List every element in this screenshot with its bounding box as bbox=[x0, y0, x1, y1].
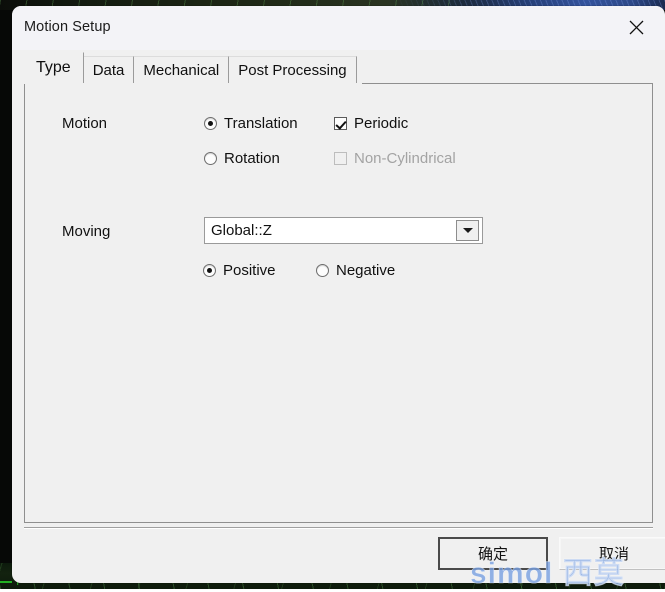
tab-panel-top-border-gap bbox=[24, 83, 362, 84]
radio-translation-indicator bbox=[204, 117, 217, 130]
ok-button-label: 确定 bbox=[477, 546, 508, 563]
tab-type[interactable]: Type bbox=[24, 52, 84, 83]
checkbox-non-cylindrical-indicator bbox=[334, 152, 347, 165]
tab-data-label: Data bbox=[92, 61, 125, 79]
radio-negative-label: Negative bbox=[336, 262, 396, 279]
radio-translation-label: Translation bbox=[224, 115, 298, 132]
radio-translation[interactable]: Translation bbox=[204, 115, 298, 132]
radio-positive-indicator bbox=[203, 264, 216, 277]
checkbox-periodic-indicator bbox=[334, 117, 347, 130]
close-icon[interactable] bbox=[615, 10, 657, 44]
motion-setup-dialog: Motion Setup Type Data Mechanical Post P… bbox=[12, 6, 665, 583]
tab-bar: Type Data Mechanical Post Processing bbox=[24, 52, 357, 83]
moving-row-label: Moving bbox=[62, 223, 111, 240]
chevron-down-icon[interactable] bbox=[456, 220, 479, 241]
tab-panel-type bbox=[24, 83, 653, 523]
checkbox-non-cylindrical-label: Non-Cylindrical bbox=[354, 150, 456, 167]
radio-negative-indicator bbox=[316, 264, 329, 277]
tab-type-label: Type bbox=[36, 59, 71, 76]
cancel-button-label: 取消 bbox=[598, 546, 629, 563]
window-title: Motion Setup bbox=[24, 19, 111, 35]
title-bar: Motion Setup bbox=[12, 6, 665, 50]
cancel-button[interactable]: 取消 bbox=[559, 537, 665, 570]
radio-negative[interactable]: Negative bbox=[316, 262, 395, 279]
tab-data[interactable]: Data bbox=[82, 56, 135, 83]
ok-button[interactable]: 确定 bbox=[438, 537, 548, 570]
moving-axis-value: Global::Z bbox=[211, 222, 272, 239]
radio-rotation-label: Rotation bbox=[224, 150, 280, 167]
tab-mechanical-label: Mechanical bbox=[143, 61, 220, 79]
radio-rotation-indicator bbox=[204, 152, 217, 165]
tab-post-processing-label: Post Processing bbox=[238, 61, 347, 79]
moving-axis-select[interactable]: Global::Z bbox=[204, 217, 483, 244]
radio-positive-label: Positive bbox=[223, 262, 276, 279]
tab-mechanical[interactable]: Mechanical bbox=[133, 56, 230, 83]
checkbox-periodic[interactable]: Periodic bbox=[334, 115, 408, 132]
radio-rotation[interactable]: Rotation bbox=[204, 150, 280, 167]
radio-positive[interactable]: Positive bbox=[203, 262, 276, 279]
checkbox-non-cylindrical: Non-Cylindrical bbox=[334, 150, 456, 167]
motion-row-label: Motion bbox=[62, 115, 108, 132]
tab-post-processing[interactable]: Post Processing bbox=[228, 56, 357, 83]
checkbox-periodic-label: Periodic bbox=[354, 115, 409, 132]
footer-separator bbox=[24, 527, 653, 529]
